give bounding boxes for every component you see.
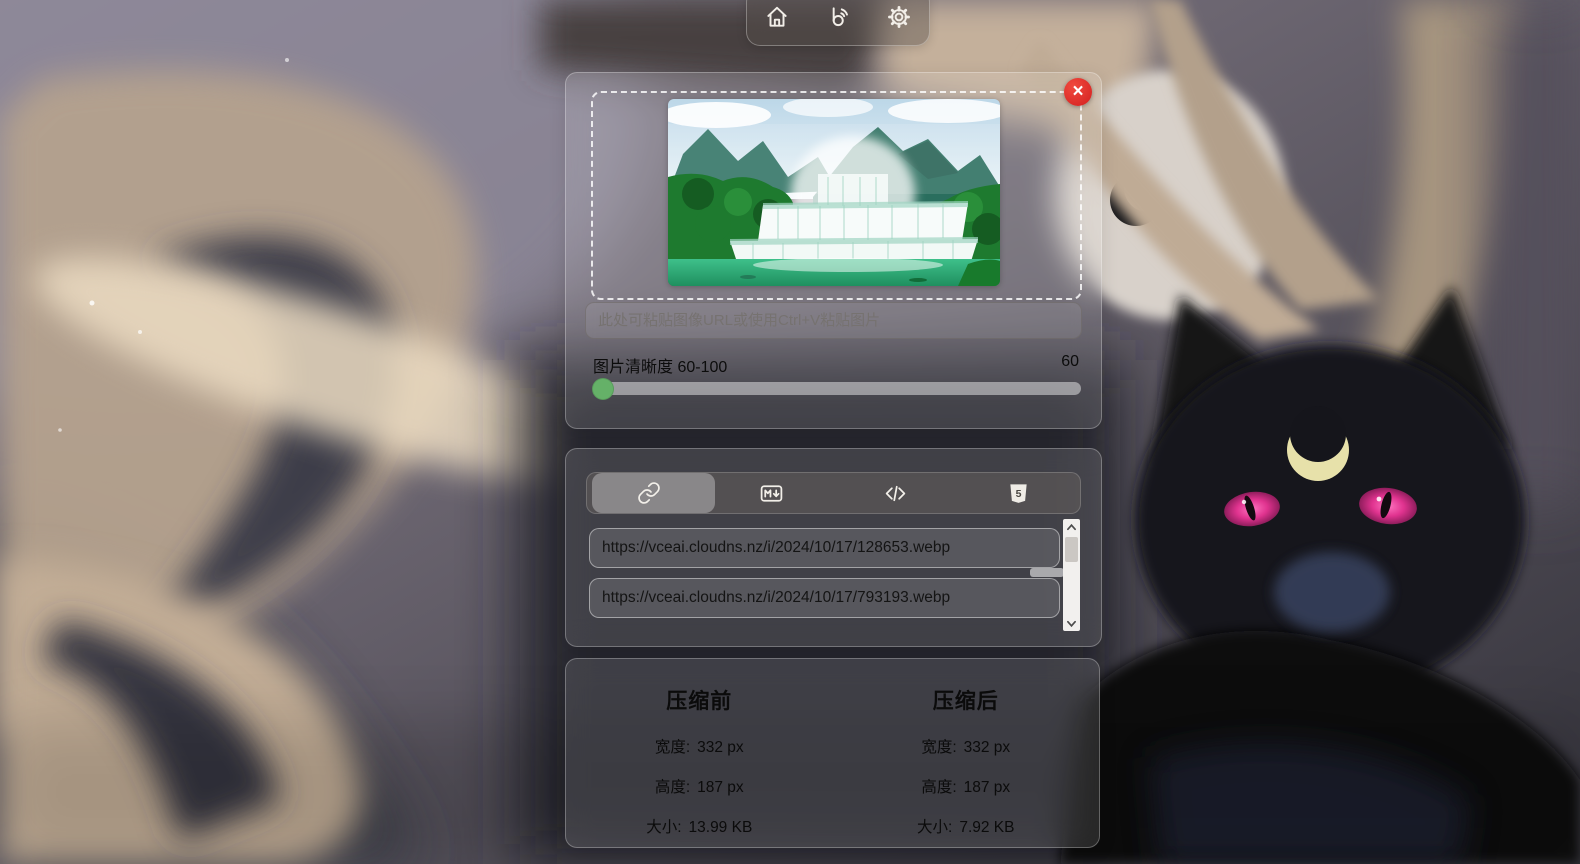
stats-before-column: 压缩前 宽度: 332 px 高度: 187 px 大小: 13.99 KB bbox=[566, 685, 833, 847]
stat-label: 宽度: bbox=[921, 739, 956, 756]
waterfall-preview-art bbox=[668, 99, 1000, 286]
stat-value: 332 px bbox=[964, 739, 1011, 756]
stat-row-width: 宽度: 332 px bbox=[566, 735, 833, 757]
stat-value: 332 px bbox=[697, 739, 744, 756]
slider-thumb[interactable] bbox=[592, 378, 614, 400]
stats-after-title: 压缩后 bbox=[833, 685, 1100, 715]
stat-label: 宽度: bbox=[655, 739, 690, 756]
scroll-down-button[interactable] bbox=[1063, 616, 1080, 631]
blog-icon bbox=[825, 4, 851, 30]
scrollbar-track[interactable] bbox=[1063, 534, 1080, 616]
quality-value: 60 bbox=[1061, 353, 1079, 371]
stat-row-height: 高度: 187 px bbox=[833, 775, 1100, 797]
stat-label: 大小: bbox=[917, 819, 952, 836]
tab-code[interactable] bbox=[834, 473, 957, 513]
stat-value: 13.99 KB bbox=[689, 819, 753, 836]
tab-url[interactable] bbox=[587, 473, 710, 513]
chevron-down-icon bbox=[1066, 620, 1077, 628]
result-url-2[interactable] bbox=[589, 578, 1060, 618]
home-icon bbox=[764, 4, 790, 30]
stat-value: 187 px bbox=[964, 779, 1011, 796]
vertical-scrollbar[interactable] bbox=[1063, 519, 1080, 631]
markdown-icon bbox=[759, 481, 784, 506]
url-paste-input[interactable] bbox=[585, 302, 1082, 339]
scroll-up-button[interactable] bbox=[1063, 519, 1080, 534]
preview-image bbox=[668, 99, 1000, 286]
stat-row-size: 大小: 13.99 KB bbox=[566, 815, 833, 837]
html5-icon: 5 bbox=[1007, 482, 1030, 505]
stats-after-column: 压缩后 宽度: 332 px 高度: 187 px 大小: 7.92 KB bbox=[833, 685, 1100, 847]
svg-text:5: 5 bbox=[1015, 487, 1021, 499]
scrollbar-thumb[interactable] bbox=[1065, 537, 1078, 562]
link-icon bbox=[637, 481, 661, 505]
quality-label: 图片清晰度 60-100 bbox=[593, 353, 727, 377]
tab-html[interactable]: 5 bbox=[957, 473, 1080, 513]
image-dropzone[interactable] bbox=[591, 91, 1082, 300]
code-icon bbox=[883, 481, 908, 506]
top-nav bbox=[746, 0, 930, 46]
links-panel: 5 bbox=[565, 448, 1102, 647]
stat-row-height: 高度: 187 px bbox=[566, 775, 833, 797]
close-button[interactable]: × bbox=[1064, 78, 1092, 106]
chevron-up-icon bbox=[1066, 523, 1077, 531]
blog-button[interactable] bbox=[815, 0, 861, 40]
tab-markdown[interactable] bbox=[710, 473, 833, 513]
stat-row-size: 大小: 7.92 KB bbox=[833, 815, 1100, 837]
horizontal-scrollbar[interactable] bbox=[1030, 568, 1064, 577]
format-tabbar: 5 bbox=[586, 472, 1081, 514]
settings-button[interactable] bbox=[876, 0, 922, 40]
stats-panel: 压缩前 宽度: 332 px 高度: 187 px 大小: 13.99 KB 压缩后 … bbox=[565, 658, 1100, 848]
stat-label: 大小: bbox=[646, 819, 681, 836]
quality-slider[interactable] bbox=[593, 382, 1081, 395]
result-url-1[interactable] bbox=[589, 528, 1060, 568]
stats-before-title: 压缩前 bbox=[566, 685, 833, 715]
home-button[interactable] bbox=[754, 0, 800, 40]
stat-label: 高度: bbox=[655, 779, 690, 796]
stat-value: 187 px bbox=[697, 779, 744, 796]
upload-panel: × bbox=[565, 72, 1102, 429]
stat-label: 高度: bbox=[921, 779, 956, 796]
stat-row-width: 宽度: 332 px bbox=[833, 735, 1100, 757]
stat-value: 7.92 KB bbox=[959, 819, 1014, 836]
gear-icon bbox=[886, 4, 912, 30]
